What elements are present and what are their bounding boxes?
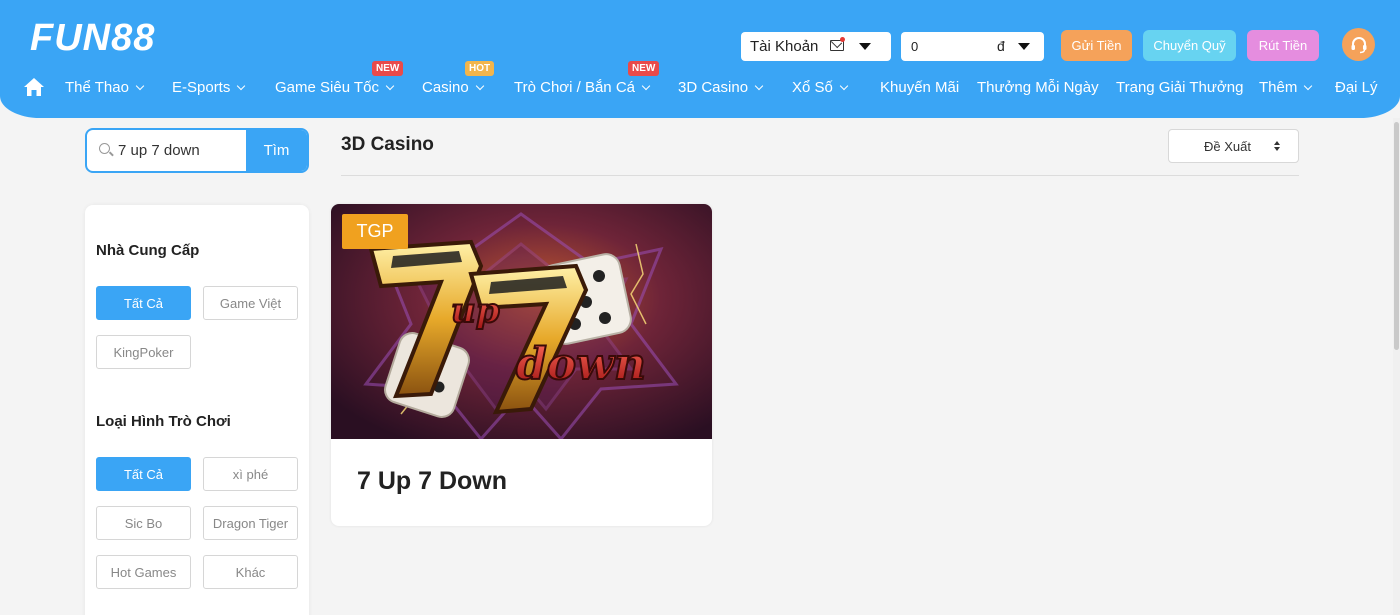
headset-icon[interactable] (1342, 28, 1375, 61)
nav-item-game-sieu-toc[interactable]: Game Siêu Tốc NEW (275, 61, 404, 100)
type-filter-dragon-tiger[interactable]: Dragon Tiger (203, 506, 298, 540)
scrollbar-thumb[interactable] (1394, 122, 1399, 350)
transfer-button[interactable]: Chuyển Quỹ (1143, 30, 1236, 61)
nav-label: Casino (422, 79, 469, 96)
provider-filter-game-viet[interactable]: Game Việt (203, 286, 298, 320)
provider-filter-kingpoker[interactable]: KingPoker (96, 335, 191, 369)
withdraw-button[interactable]: Rút Tiền (1247, 30, 1319, 61)
type-filter-all[interactable]: Tất Cả (96, 457, 191, 491)
game-title: 7 Up 7 Down (357, 467, 508, 495)
nav-item-them[interactable]: Thêm (1259, 76, 1313, 100)
chevron-down-icon (839, 81, 849, 91)
nav-label: E-Sports (172, 79, 231, 96)
nav-item-tro-choi-ban-ca[interactable]: Trò Chơi / Bắn Cá NEW (514, 61, 660, 100)
account-dropdown[interactable]: Tài Khoản (741, 32, 891, 61)
nav-label: Xổ Số (792, 79, 833, 96)
search-icon (99, 143, 110, 154)
provider-tag: TGP (342, 214, 408, 249)
nav-item-dai-ly[interactable]: Đại Lý (1335, 76, 1378, 100)
nav-label: 3D Casino (678, 79, 749, 96)
nav-item-thuong-moi-ngay[interactable]: Thưởng Mỗi Ngày (977, 76, 1099, 100)
game-search: Tìm (85, 128, 309, 173)
top-header: FUN88 Tài Khoản 0 đ Gửi Tiền Chuyển Quỹ … (0, 0, 1400, 118)
balance-dropdown[interactable]: 0 đ (901, 32, 1044, 61)
provider-filter-all[interactable]: Tất Cả (96, 286, 191, 320)
nav-item-esports[interactable]: E-Sports (172, 76, 246, 100)
nav-item-the-thao[interactable]: Thể Thao (65, 76, 145, 100)
type-filter-hot-games[interactable]: Hot Games (96, 555, 191, 589)
section-title: 3D Casino (341, 134, 434, 155)
account-label: Tài Khoản (750, 38, 819, 55)
nav-item-khuyen-mai[interactable]: Khuyến Mãi (880, 76, 959, 100)
section-divider (341, 175, 1299, 176)
chevron-down-icon (1304, 81, 1313, 91)
nav-label: Khuyến Mãi (880, 79, 960, 96)
balance-value: 0 (911, 39, 919, 54)
main-nav: Thể Thao E-Sports Game Siêu Tốc NEW Casi… (0, 61, 1400, 100)
chevron-down-icon (754, 81, 764, 91)
deposit-button[interactable]: Gửi Tiền (1061, 30, 1132, 61)
chevron-down-icon (385, 81, 395, 91)
type-filter-xi-phe[interactable]: xì phé (203, 457, 298, 491)
new-badge: NEW (628, 61, 660, 76)
game-card[interactable]: up down TGP 7 Up 7 Down (331, 204, 712, 526)
chevron-down-icon (475, 81, 484, 91)
nav-label: Trò Chơi / Bắn Cá (514, 79, 635, 96)
nav-item-trang-giai-thuong[interactable]: Trang Giải Thưởng (1116, 76, 1243, 100)
filter-panel: Nhà Cung Cấp Tất Cả Game Việt KingPoker … (85, 205, 309, 615)
sort-label: Đề Xuất (1204, 138, 1251, 154)
svg-text:down: down (516, 339, 646, 390)
search-input[interactable] (118, 130, 246, 171)
game-type-heading: Loại Hình Trò Chơi (96, 413, 231, 430)
chevron-down-icon (237, 81, 246, 91)
provider-heading: Nhà Cung Cấp (96, 242, 200, 259)
chevron-down-icon (641, 81, 651, 91)
sort-dropdown[interactable]: Đề Xuất (1168, 129, 1299, 163)
nav-label: Thêm (1259, 79, 1298, 96)
notification-dot (840, 37, 845, 42)
new-badge: NEW (372, 61, 404, 76)
sort-caret-icon (1274, 141, 1280, 153)
hot-badge: HOT (465, 61, 495, 76)
logo-text: FUN88 (30, 17, 156, 59)
nav-label: Game Siêu Tốc (275, 79, 379, 96)
nav-item-casino[interactable]: Casino HOT (422, 61, 495, 100)
chevron-down-icon (135, 81, 145, 91)
nav-item-3d-casino[interactable]: 3D Casino (678, 76, 764, 100)
nav-label: Thưởng Mỗi Ngày (977, 79, 1099, 96)
svg-text:up: up (451, 291, 500, 331)
search-button[interactable]: Tìm (246, 130, 307, 171)
nav-label: Đại Lý (1335, 79, 1378, 96)
nav-item-xo-so[interactable]: Xổ Số (792, 76, 849, 100)
type-filter-sic-bo[interactable]: Sic Bo (96, 506, 191, 540)
caret-down-icon (1018, 43, 1030, 50)
caret-down-icon (859, 43, 871, 50)
nav-label: Thể Thao (65, 79, 129, 96)
nav-label: Trang Giải Thưởng (1116, 79, 1244, 96)
type-filter-khac[interactable]: Khác (203, 555, 298, 589)
currency-symbol: đ (997, 38, 1005, 54)
fun88-logo[interactable]: FUN88 (30, 18, 155, 58)
